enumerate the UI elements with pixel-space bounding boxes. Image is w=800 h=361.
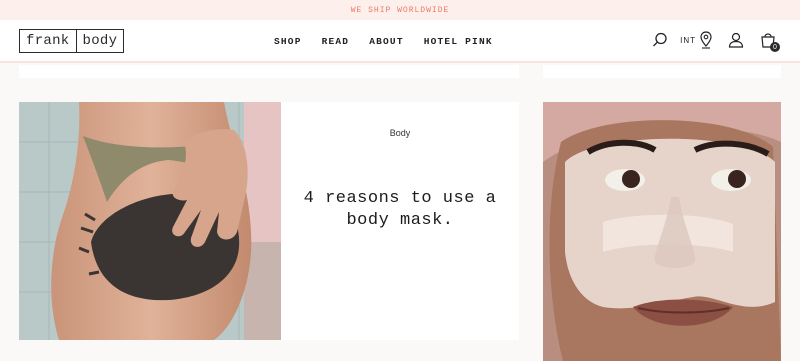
account-icon[interactable] (728, 32, 744, 48)
body-scrub-photo[interactable] (19, 102, 281, 340)
previous-card-left (19, 65, 519, 78)
article-card[interactable]: Body 4 reasons to use a body mask. (281, 102, 519, 340)
face-mask-photo[interactable] (543, 102, 781, 361)
logo-word-frank: frank (26, 33, 70, 49)
cart-count-badge: 0 (770, 42, 780, 52)
promo-text: WE SHIP WORLDWIDE (350, 5, 450, 15)
nav-read[interactable]: READ (322, 36, 350, 47)
header-icons: INT 0 (652, 31, 780, 52)
cart-icon[interactable]: 0 (760, 31, 780, 52)
article-category: Body (389, 128, 411, 138)
nav-shop[interactable]: SHOP (274, 36, 302, 47)
site-header: frank body SHOP READ ABOUT HOTEL PINK IN… (0, 20, 800, 63)
nav-hotel-pink[interactable]: HOTEL PINK (424, 36, 493, 47)
logo-word-body: body (82, 33, 118, 49)
nav-about[interactable]: ABOUT (369, 36, 404, 47)
article-title[interactable]: 4 reasons to use a body mask. (301, 188, 499, 232)
brand-logo[interactable]: frank body (19, 29, 125, 53)
promo-bar: WE SHIP WORLDWIDE (0, 0, 800, 20)
location-pin-icon[interactable] (700, 31, 712, 49)
region-label[interactable]: INT (680, 36, 696, 45)
main-nav: SHOP READ ABOUT HOTEL PINK (274, 36, 493, 47)
previous-card-right (543, 65, 781, 78)
search-icon[interactable] (652, 32, 668, 48)
